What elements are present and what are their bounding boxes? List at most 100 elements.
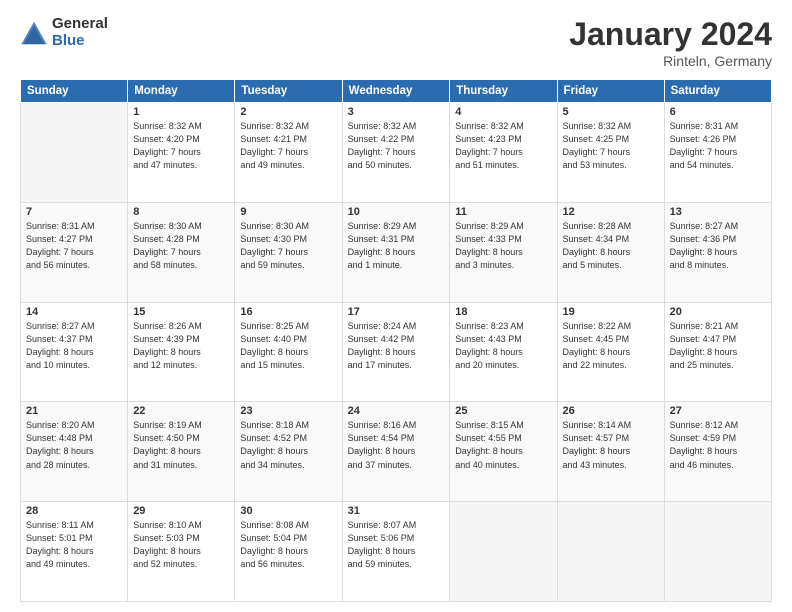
day-info: Sunrise: 8:12 AM Sunset: 4:59 PM Dayligh… (670, 419, 766, 471)
col-header-monday: Monday (128, 80, 235, 103)
day-info: Sunrise: 8:26 AM Sunset: 4:39 PM Dayligh… (133, 320, 229, 372)
calendar-cell: 13Sunrise: 8:27 AM Sunset: 4:36 PM Dayli… (664, 202, 771, 302)
calendar-cell: 15 Sunrise: 8:26 AM Sunset: 4:39 PM Dayli… (128, 302, 235, 402)
day-number: 15 (133, 306, 229, 318)
day-number: 23 (240, 405, 336, 417)
calendar-cell: 4 Sunrise: 8:32 AM Sunset: 4:23 PM Daylig… (450, 103, 557, 203)
col-header-saturday: Saturday (664, 80, 771, 103)
calendar-cell: 8Sunrise: 8:30 AM Sunset: 4:28 PM Daylig… (128, 202, 235, 302)
month-title: January 2024 (569, 16, 772, 53)
day-number: 20 (670, 306, 766, 318)
calendar-cell: 25Sunrise: 8:15 AM Sunset: 4:55 PM Dayli… (450, 402, 557, 502)
calendar-cell (450, 502, 557, 602)
calendar-week-row: 21 Sunrise: 8:20 AM Sunset: 4:48 PM Dayli… (21, 402, 772, 502)
day-number: 28 (26, 505, 122, 517)
day-number: 17 (348, 306, 445, 318)
calendar-cell: 31 Sunrise: 8:07 AM Sunset: 5:06 PM Dayli… (342, 502, 450, 602)
calendar-cell: 2 Sunrise: 8:32 AM Sunset: 4:21 PM Daylig… (235, 103, 342, 203)
calendar-cell: 17 Sunrise: 8:24 AM Sunset: 4:42 PM Dayli… (342, 302, 450, 402)
calendar-cell: 24 Sunrise: 8:16 AM Sunset: 4:54 PM Dayli… (342, 402, 450, 502)
calendar-cell: 11 Sunrise: 8:29 AM Sunset: 4:33 PM Dayli… (450, 202, 557, 302)
calendar-cell: 28Sunrise: 8:11 AM Sunset: 5:01 PM Dayli… (21, 502, 128, 602)
day-info: Sunrise: 8:31 AM Sunset: 4:27 PM Dayligh… (26, 220, 122, 272)
col-header-friday: Friday (557, 80, 664, 103)
day-number: 13 (670, 206, 766, 218)
logo-general-text: General (52, 16, 108, 33)
calendar-cell: 6 Sunrise: 8:31 AM Sunset: 4:26 PM Daylig… (664, 103, 771, 203)
calendar-week-row: 1Sunrise: 8:32 AM Sunset: 4:20 PM Daylig… (21, 103, 772, 203)
calendar-cell: 1Sunrise: 8:32 AM Sunset: 4:20 PM Daylig… (128, 103, 235, 203)
day-number: 9 (240, 206, 336, 218)
day-number: 14 (26, 306, 122, 318)
day-number: 4 (455, 106, 551, 118)
day-info: Sunrise: 8:21 AM Sunset: 4:47 PM Dayligh… (670, 320, 766, 372)
day-number: 11 (455, 206, 551, 218)
col-header-sunday: Sunday (21, 80, 128, 103)
calendar-cell: 27Sunrise: 8:12 AM Sunset: 4:59 PM Dayli… (664, 402, 771, 502)
calendar-cell (557, 502, 664, 602)
col-header-thursday: Thursday (450, 80, 557, 103)
day-info: Sunrise: 8:16 AM Sunset: 4:54 PM Dayligh… (348, 419, 445, 471)
day-info: Sunrise: 8:32 AM Sunset: 4:23 PM Dayligh… (455, 120, 551, 172)
calendar-cell: 14Sunrise: 8:27 AM Sunset: 4:37 PM Dayli… (21, 302, 128, 402)
calendar-cell: 10Sunrise: 8:29 AM Sunset: 4:31 PM Dayli… (342, 202, 450, 302)
day-number: 22 (133, 405, 229, 417)
calendar-cell: 22 Sunrise: 8:19 AM Sunset: 4:50 PM Dayli… (128, 402, 235, 502)
day-info: Sunrise: 8:32 AM Sunset: 4:22 PM Dayligh… (348, 120, 445, 172)
calendar-cell: 16 Sunrise: 8:25 AM Sunset: 4:40 PM Dayli… (235, 302, 342, 402)
calendar-cell: 9 Sunrise: 8:30 AM Sunset: 4:30 PM Daylig… (235, 202, 342, 302)
day-info: Sunrise: 8:30 AM Sunset: 4:28 PM Dayligh… (133, 220, 229, 272)
day-info: Sunrise: 8:32 AM Sunset: 4:21 PM Dayligh… (240, 120, 336, 172)
logo-text: General Blue (52, 16, 108, 49)
logo-blue-text: Blue (52, 33, 108, 50)
day-number: 16 (240, 306, 336, 318)
day-info: Sunrise: 8:28 AM Sunset: 4:34 PM Dayligh… (563, 220, 659, 272)
day-info: Sunrise: 8:30 AM Sunset: 4:30 PM Dayligh… (240, 220, 336, 272)
day-info: Sunrise: 8:32 AM Sunset: 4:25 PM Dayligh… (563, 120, 659, 172)
calendar-week-row: 7 Sunrise: 8:31 AM Sunset: 4:27 PM Daylig… (21, 202, 772, 302)
calendar-week-row: 28Sunrise: 8:11 AM Sunset: 5:01 PM Dayli… (21, 502, 772, 602)
day-number: 6 (670, 106, 766, 118)
day-info: Sunrise: 8:31 AM Sunset: 4:26 PM Dayligh… (670, 120, 766, 172)
day-info: Sunrise: 8:20 AM Sunset: 4:48 PM Dayligh… (26, 419, 122, 471)
day-info: Sunrise: 8:24 AM Sunset: 4:42 PM Dayligh… (348, 320, 445, 372)
col-header-tuesday: Tuesday (235, 80, 342, 103)
calendar-cell (21, 103, 128, 203)
calendar-cell: 19 Sunrise: 8:22 AM Sunset: 4:45 PM Dayli… (557, 302, 664, 402)
day-number: 18 (455, 306, 551, 318)
logo-icon (20, 19, 48, 47)
day-info: Sunrise: 8:25 AM Sunset: 4:40 PM Dayligh… (240, 320, 336, 372)
day-number: 2 (240, 106, 336, 118)
calendar-cell: 26Sunrise: 8:14 AM Sunset: 4:57 PM Dayli… (557, 402, 664, 502)
calendar-cell: 5Sunrise: 8:32 AM Sunset: 4:25 PM Daylig… (557, 103, 664, 203)
logo: General Blue (20, 16, 108, 49)
day-info: Sunrise: 8:29 AM Sunset: 4:33 PM Dayligh… (455, 220, 551, 272)
header: General Blue January 2024 Rinteln, Germa… (20, 16, 772, 69)
day-info: Sunrise: 8:19 AM Sunset: 4:50 PM Dayligh… (133, 419, 229, 471)
day-info: Sunrise: 8:08 AM Sunset: 5:04 PM Dayligh… (240, 519, 336, 571)
calendar-header-row: SundayMondayTuesdayWednesdayThursdayFrid… (21, 80, 772, 103)
calendar-table: SundayMondayTuesdayWednesdayThursdayFrid… (20, 79, 772, 602)
calendar-cell: 30 Sunrise: 8:08 AM Sunset: 5:04 PM Dayli… (235, 502, 342, 602)
day-number: 25 (455, 405, 551, 417)
day-number: 1 (133, 106, 229, 118)
calendar-cell: 29Sunrise: 8:10 AM Sunset: 5:03 PM Dayli… (128, 502, 235, 602)
day-number: 31 (348, 505, 445, 517)
day-info: Sunrise: 8:22 AM Sunset: 4:45 PM Dayligh… (563, 320, 659, 372)
location: Rinteln, Germany (569, 53, 772, 69)
day-number: 10 (348, 206, 445, 218)
calendar-cell: 3 Sunrise: 8:32 AM Sunset: 4:22 PM Daylig… (342, 103, 450, 203)
calendar-cell: 23 Sunrise: 8:18 AM Sunset: 4:52 PM Dayli… (235, 402, 342, 502)
day-number: 19 (563, 306, 659, 318)
day-info: Sunrise: 8:23 AM Sunset: 4:43 PM Dayligh… (455, 320, 551, 372)
day-number: 26 (563, 405, 659, 417)
day-info: Sunrise: 8:07 AM Sunset: 5:06 PM Dayligh… (348, 519, 445, 571)
day-info: Sunrise: 8:18 AM Sunset: 4:52 PM Dayligh… (240, 419, 336, 471)
calendar-cell (664, 502, 771, 602)
day-number: 7 (26, 206, 122, 218)
day-number: 3 (348, 106, 445, 118)
day-number: 24 (348, 405, 445, 417)
day-number: 30 (240, 505, 336, 517)
calendar-cell: 20 Sunrise: 8:21 AM Sunset: 4:47 PM Dayli… (664, 302, 771, 402)
day-number: 21 (26, 405, 122, 417)
